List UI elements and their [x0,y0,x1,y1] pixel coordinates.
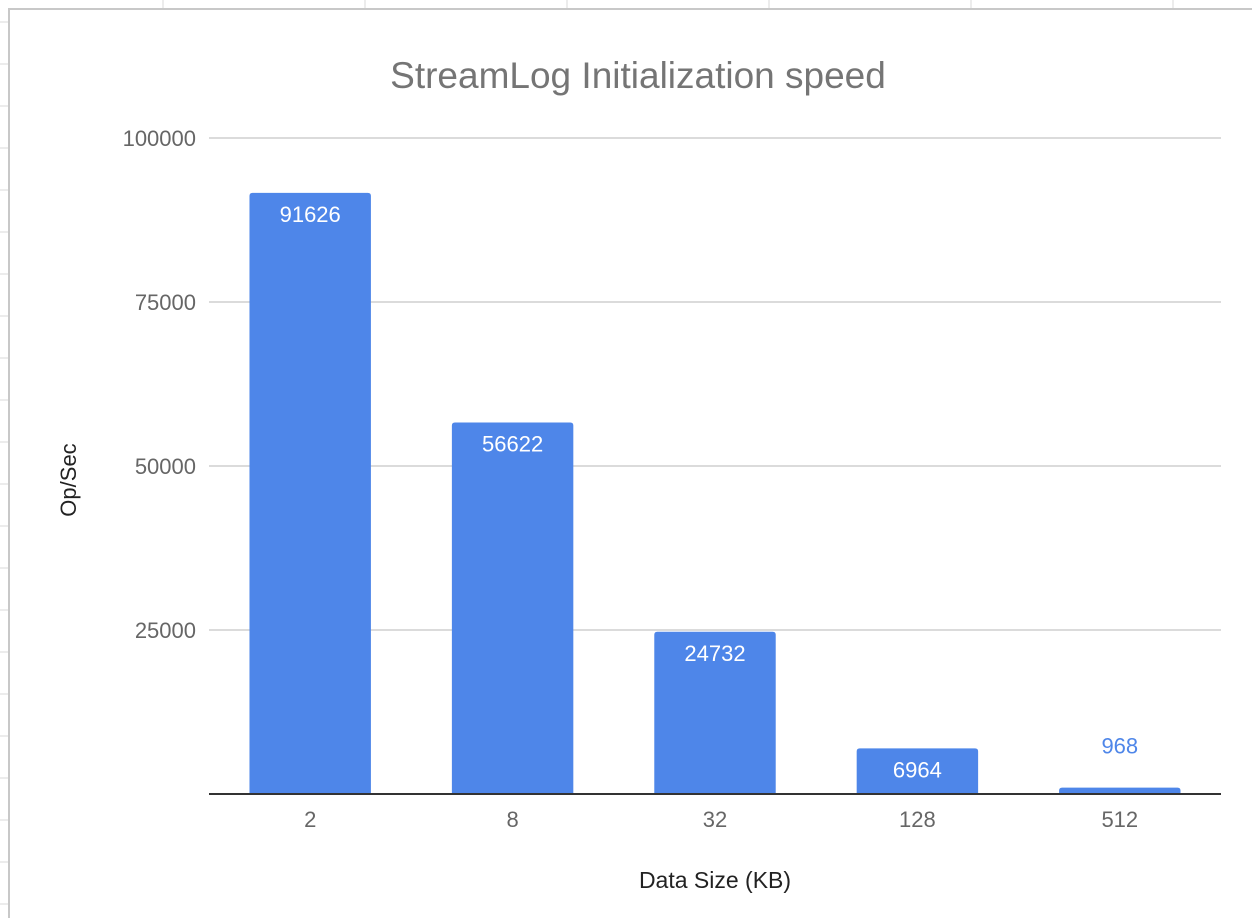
x-tick-label: 128 [899,807,936,832]
y-tick-label: 100000 [123,126,196,151]
y-tick-label: 50000 [135,454,196,479]
chart-title: StreamLog Initialization speed [390,55,886,96]
data-label: 56622 [482,432,543,457]
bar [249,192,371,794]
chart-area [10,10,1252,918]
y-axis-title: Op/Sec [56,443,81,516]
x-axis-title: Data Size (KB) [639,867,791,893]
x-tick-label: 512 [1101,807,1138,832]
bar [451,422,574,794]
x-tick-label: 32 [703,807,727,832]
data-label: 91626 [280,202,341,227]
data-label: 6964 [893,757,942,782]
data-label: 24732 [684,641,745,666]
y-tick-label: 25000 [135,618,196,643]
x-tick-label: 8 [506,807,518,832]
data-label: 968 [1101,734,1138,759]
y-tick-label: 75000 [135,290,196,315]
bar-chart: StreamLog Initialization speed 25000 5000… [10,10,1252,918]
x-tick-label: 2 [304,807,316,832]
